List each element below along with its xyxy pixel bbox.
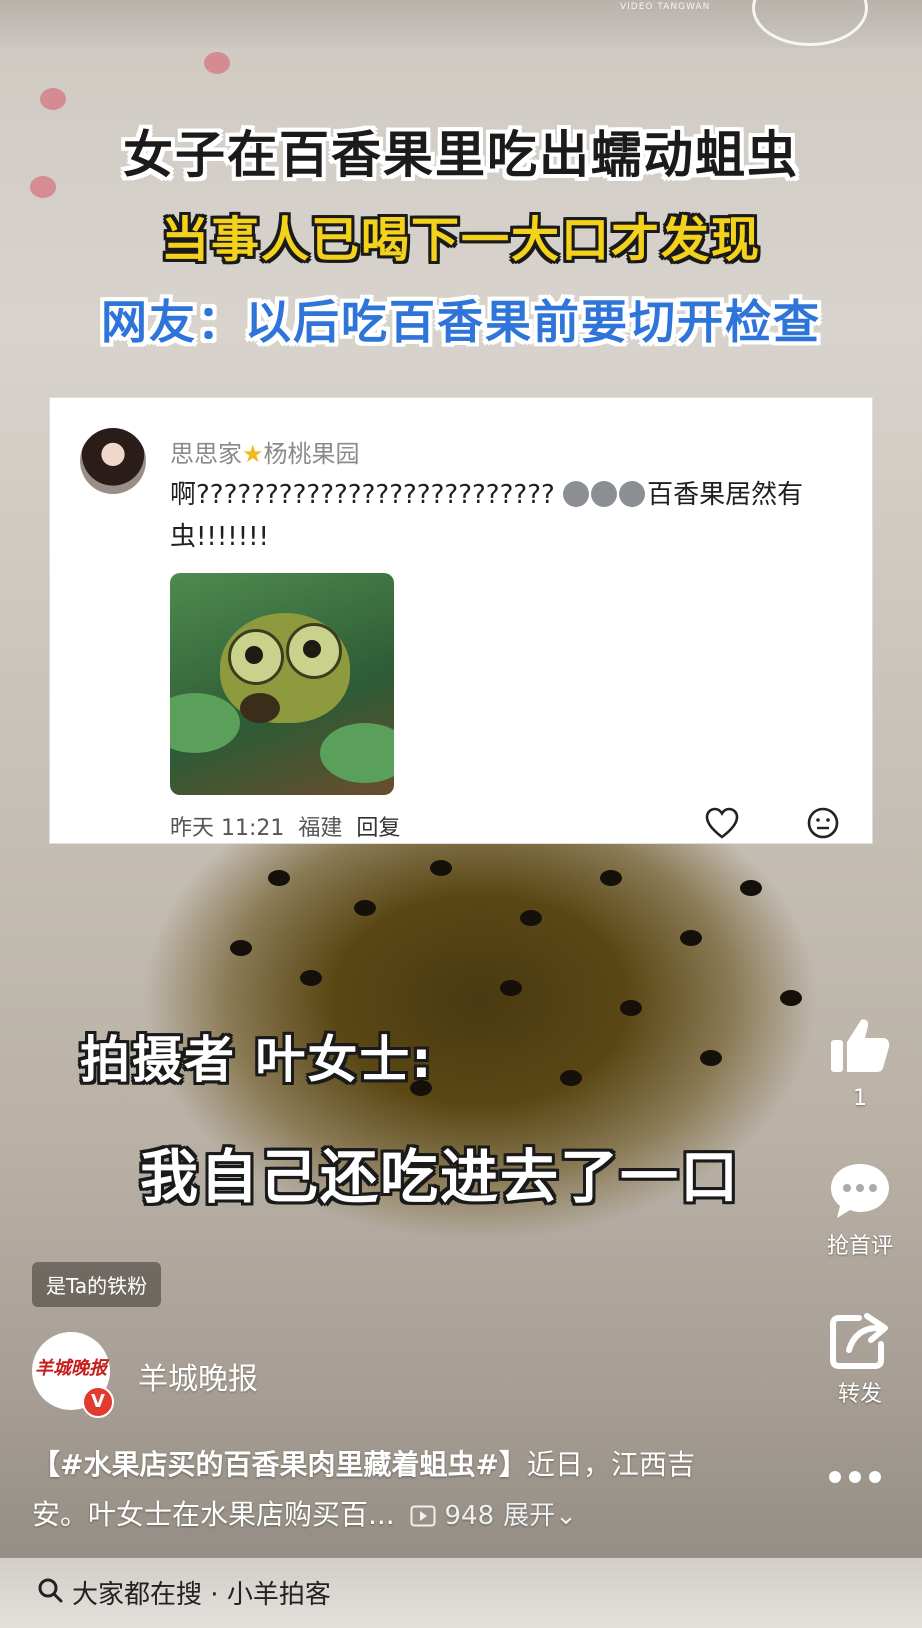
commenter-avatar[interactable] [80,428,146,494]
comment-meta: 昨天 11:21 福建 回复 [170,810,414,842]
more-options-icon[interactable] [826,1468,884,1486]
fruit-seed [430,860,452,876]
star-icon: ★ [242,440,264,468]
comment-card: 思思家★杨桃果园 啊?????????????????????????? 百香果… [50,398,872,843]
fruit-seed [600,870,622,886]
thumbs-up-icon [831,1019,890,1072]
frog-eye-left [228,629,284,685]
fruit-seed [300,970,322,986]
watermark-text: VIDEO TANGWAN [620,2,711,12]
comment-button[interactable]: 抢首评 [800,1160,920,1260]
leaf-shape [170,693,240,753]
comment-time: 昨天 11:21 [170,816,285,841]
fruit-seed [500,980,522,996]
fruit-seed [620,1000,642,1016]
fruit-seed [740,880,762,896]
fruit-seed [560,1070,582,1086]
headline-line2: 当事人已喝下一大口才发现 [160,212,761,268]
emoji-face-icon[interactable] [806,806,840,840]
fruit-seed [700,1050,722,1066]
bottom-search-bar[interactable]: 大家都在搜 · 小羊拍客 [0,1558,922,1628]
fan-badge[interactable]: 是Ta的铁粉 [32,1262,162,1307]
heart-icon[interactable] [704,806,740,842]
leaf-shape [320,723,394,783]
fruit-seed [268,870,290,886]
frog-eye-right [286,623,342,679]
verified-icon: V [82,1386,114,1418]
search-query: 小羊拍客 [226,1580,331,1610]
expand-label: 展开 [503,1501,556,1531]
video-description[interactable]: 【#水果店买的百香果肉里藏着蛆虫#】近日，江西吉安。叶女士在水果店购买百... … [32,1440,712,1541]
decor-petal [40,88,66,110]
emoji-icon [619,481,646,507]
fruit-seed [680,930,702,946]
share-button[interactable]: 转发 [800,1310,920,1408]
headline-line1: 女子在百香果里吃出蠕动蛆虫 [123,126,799,184]
decor-petal [204,52,230,74]
search-prefix: 大家都在搜 [72,1580,203,1610]
subtitle-line2: 我自己还吃进去了一口 [140,1143,741,1211]
fruit-seed [780,990,802,1006]
comment-location: 福建 [298,816,343,841]
fruit-seed [520,910,542,926]
fruit-seed [354,900,376,916]
separator-dot: · [202,1580,227,1610]
channel-logo-text: 羊城晚报 [35,1358,107,1379]
commenter-name[interactable]: 思思家★杨桃果园 [170,434,360,469]
comment-bubble-icon [831,1164,889,1218]
play-count: 948 [444,1501,495,1531]
frog-mouth [240,693,280,723]
search-icon [38,1578,63,1603]
comment-image-frog[interactable] [170,573,394,795]
emoji-icon [563,481,590,507]
channel-name[interactable]: 羊城晚报 [138,1354,258,1398]
subtitle-line1: 拍摄者 叶女士: [80,1031,434,1089]
commenter-name-suffix: 杨桃果园 [263,440,360,468]
video-screen[interactable]: VIDEO TANGWAN 女子在百香果里吃出蠕动蛆虫 当事人已喝下一大口才发现… [0,0,922,1628]
description-hashtag[interactable]: 【#水果店买的百香果肉里藏着蛆虫#】 [32,1448,527,1481]
share-icon [830,1313,888,1369]
emoji-icon [591,481,618,507]
fruit-seed [230,940,252,956]
expand-button[interactable]: 展开⌄ [503,1501,577,1531]
share-label: 转发 [837,1382,882,1407]
search-suggestion: 大家都在搜 · 小羊拍客 [72,1574,331,1611]
comment-text-start: 啊?????????????????????????? [170,480,564,510]
like-button[interactable]: 1 [800,1014,920,1111]
comment-text: 啊?????????????????????????? 百香果居然有虫!!!!!… [170,474,830,558]
comment-label: 抢首评 [826,1234,893,1259]
like-count: 1 [853,1086,867,1111]
commenter-name-text: 思思家 [170,440,242,468]
headline-line3: 网友：以后吃百香果前要切开检查 [101,295,821,349]
play-count-icon [410,1505,436,1527]
reply-button[interactable]: 回复 [356,816,400,841]
chevron-down-icon: ⌄ [555,1501,577,1531]
